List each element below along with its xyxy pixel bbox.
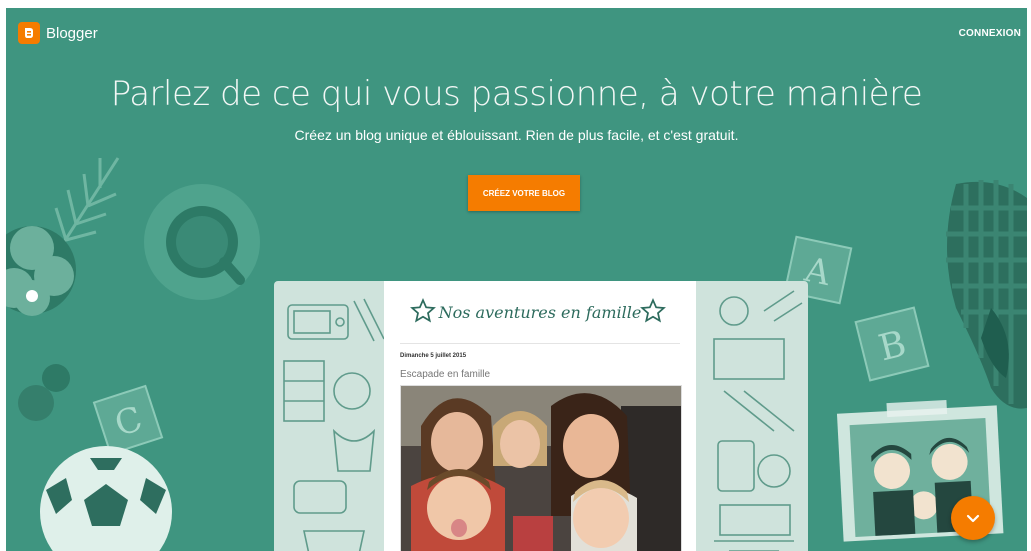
brand-name: Blogger [46, 24, 98, 42]
chevron-down-icon [966, 514, 980, 523]
letter-block-icon: C [92, 384, 164, 456]
hero-subtitle: Créez un blog unique et éblouissant. Rie… [294, 127, 739, 143]
oven-mitt-icon [946, 180, 1027, 409]
scroll-down-button[interactable] [951, 496, 995, 540]
blogger-logo[interactable]: Blogger [18, 22, 98, 44]
divider [400, 343, 680, 344]
mock-post-date: Dimanche 5 juillet 2015 [400, 353, 467, 359]
hero-title: Parlez de ce qui vous passionne, à votre… [110, 74, 923, 114]
letter-block-icon: B [854, 306, 930, 382]
mock-post-title: Escapade en famille [400, 369, 491, 380]
create-blog-button[interactable]: CRÉEZ VOTRE BLOG [468, 175, 580, 211]
flower-icon [6, 226, 76, 421]
blogger-landing-page: C A B Blogger CONNEXION Parlez de ce qui… [6, 8, 1027, 551]
star-outline-icon [640, 298, 666, 323]
family-photo [400, 385, 682, 551]
coffee-cup-icon [144, 184, 260, 300]
blog-preview: Nos aventures en famille Dimanche 5 juil… [274, 281, 808, 551]
soccer-ball-icon [40, 446, 172, 551]
blogger-logo-icon [18, 22, 40, 44]
login-link[interactable]: CONNEXION [959, 28, 1021, 39]
blog-post-card: Nos aventures en famille Dimanche 5 juil… [384, 281, 696, 551]
